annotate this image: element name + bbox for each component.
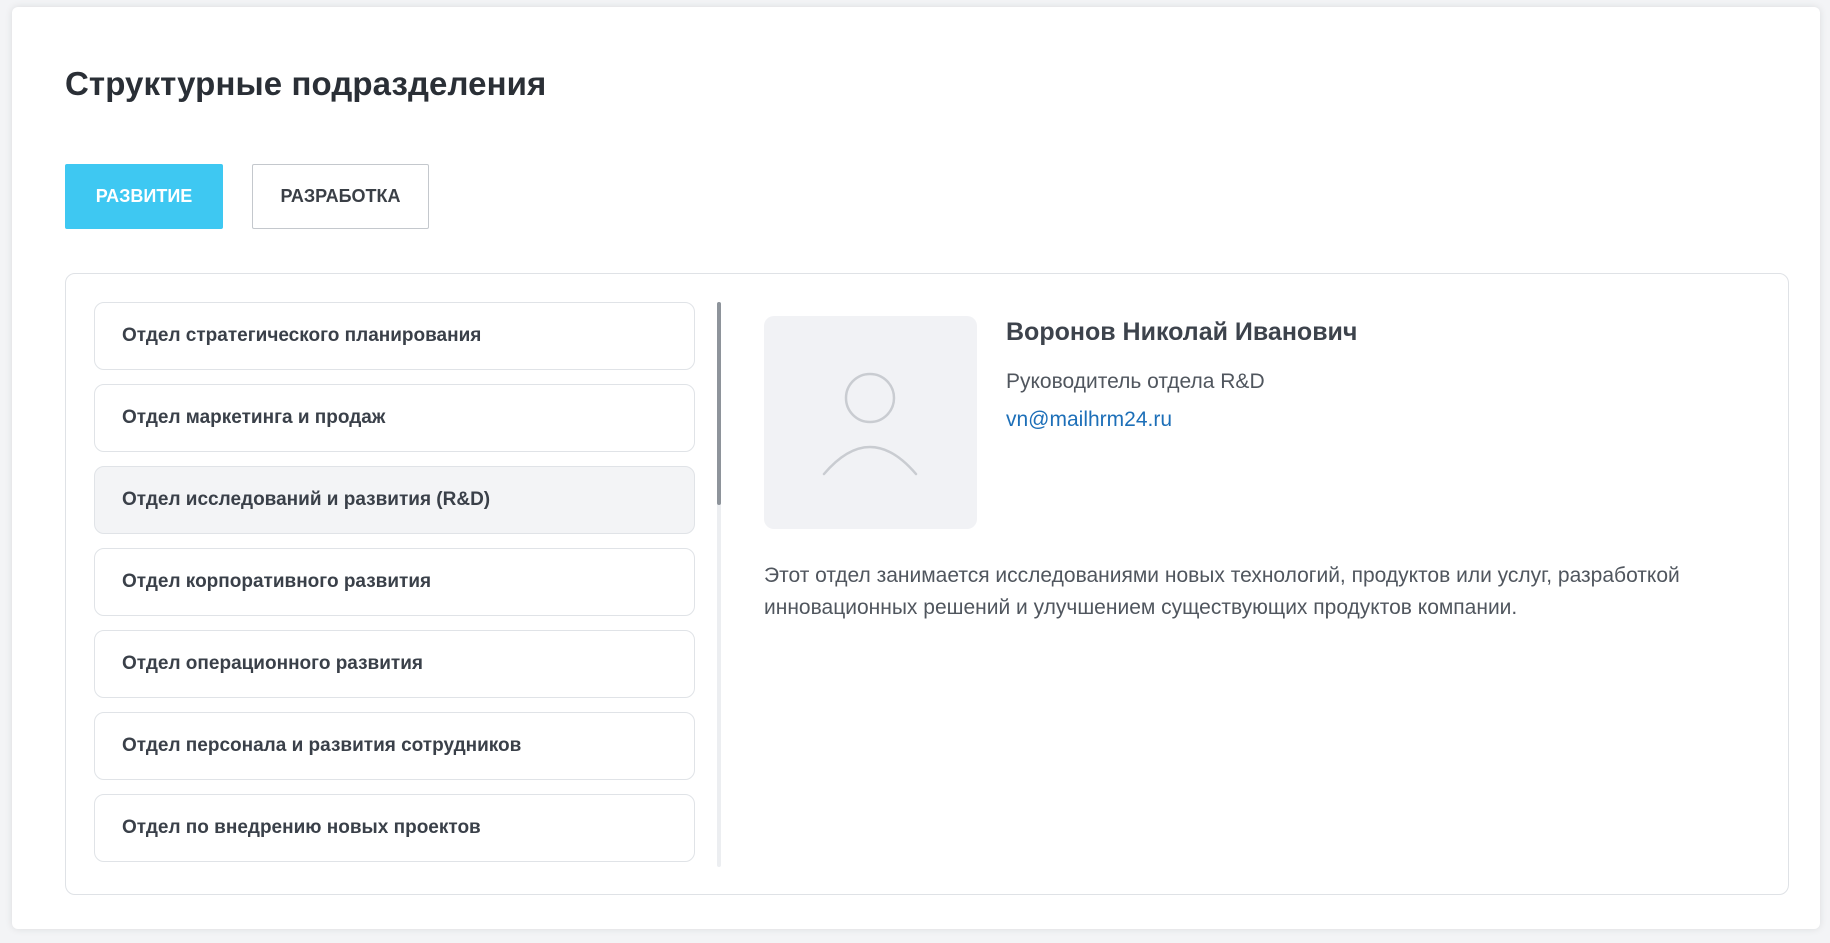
department-item-strategic-planning[interactable]: Отдел стратегического планирования (94, 302, 695, 370)
departments-panel: Отдел стратегического планирования Отдел… (65, 273, 1789, 895)
department-item-corporate-development[interactable]: Отдел корпоративного развития (94, 548, 695, 616)
tab-razrabotka[interactable]: РАЗРАБОТКА (252, 164, 429, 229)
department-item-new-projects[interactable]: Отдел по внедрению новых проектов (94, 794, 695, 862)
department-item-research-development[interactable]: Отдел исследований и развития (R&D) (94, 466, 695, 534)
tab-razvitie[interactable]: РАЗВИТИЕ (65, 164, 223, 229)
department-list[interactable]: Отдел стратегического планирования Отдел… (94, 302, 695, 867)
user-placeholder-icon (822, 372, 918, 476)
avatar (764, 316, 977, 529)
scrollbar-thumb[interactable] (717, 302, 721, 505)
page-card: Структурные подразделения РАЗВИТИЕ РАЗРА… (12, 7, 1820, 929)
department-item-personnel-development[interactable]: Отдел персонала и развития сотрудников (94, 712, 695, 780)
head-name: Воронов Николай Иванович (1006, 318, 1358, 346)
department-list-scrollbar[interactable] (717, 302, 721, 867)
department-description: Этот отдел занимается исследованиями нов… (764, 564, 1680, 619)
department-item-marketing-sales[interactable]: Отдел маркетинга и продаж (94, 384, 695, 452)
head-role: Руководитель отдела R&D (1006, 370, 1265, 393)
department-item-operational-development[interactable]: Отдел операционного развития (94, 630, 695, 698)
page-title: Структурные подразделения (65, 65, 547, 102)
head-email-link[interactable]: vn@mailhrm24.ru (1006, 408, 1172, 432)
